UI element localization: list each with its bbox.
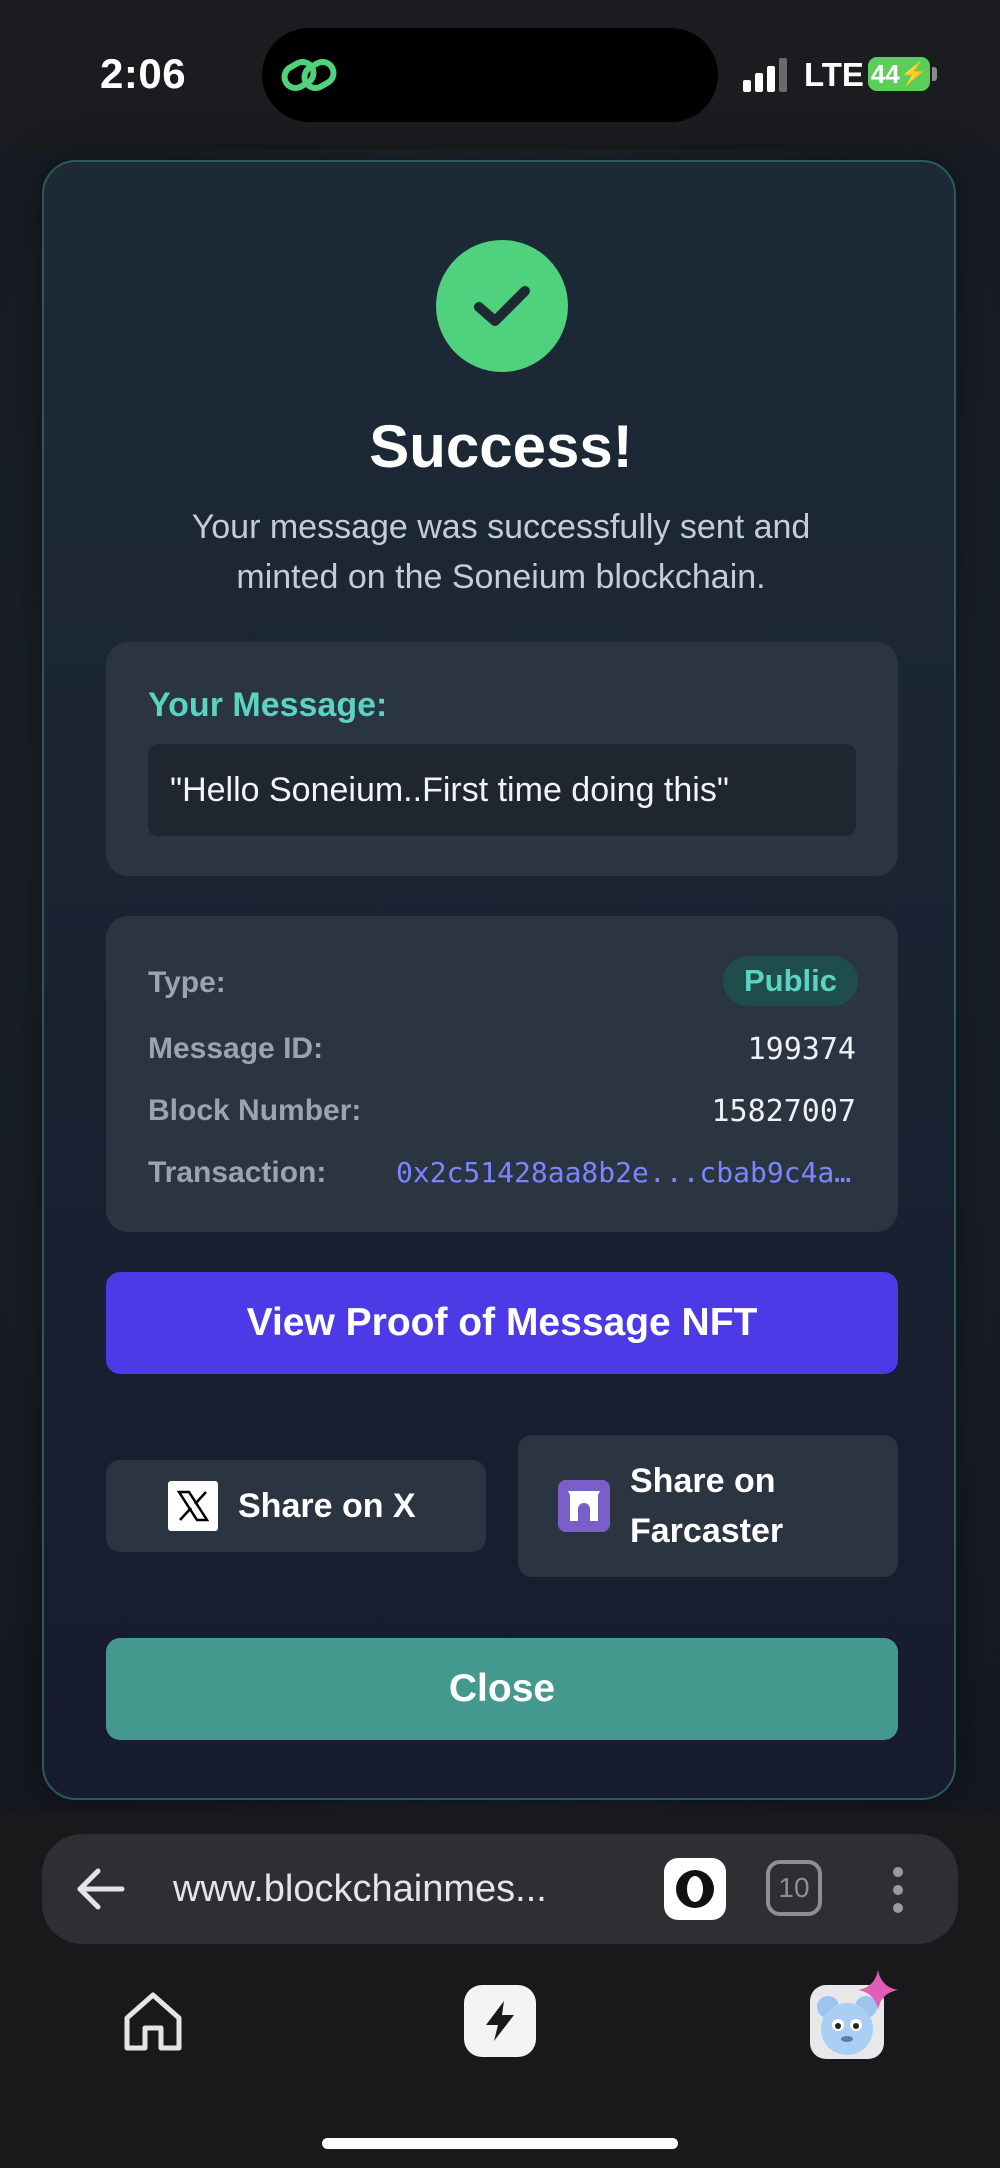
battery-icon: 44 ⚡ [868, 57, 930, 91]
close-button[interactable]: Close [106, 1638, 898, 1740]
tabs-button[interactable]: 10 [766, 1860, 822, 1916]
type-label: Type: [148, 966, 226, 999]
x-logo-icon [168, 1481, 218, 1531]
share-farcaster-line1: Share on [630, 1462, 776, 1500]
block-number-value: 15827007 [711, 1094, 857, 1129]
battery-level: 44 [870, 58, 900, 89]
share-farcaster-button[interactable]: Share on Farcaster [518, 1435, 898, 1577]
success-modal: Success! Your message was successfully s… [42, 160, 956, 1800]
home-indicator [322, 2138, 678, 2149]
url-text[interactable]: www.blockchainmes... [173, 1866, 547, 1912]
share-farcaster-line2: Farcaster [630, 1512, 784, 1550]
type-badge: Public [722, 956, 858, 1006]
opera-icon[interactable] [664, 1858, 726, 1920]
more-menu-icon[interactable] [890, 1866, 906, 1914]
status-time: 2:06 [100, 50, 187, 97]
success-check-icon [436, 240, 568, 372]
message-text: "Hello Soneium..First time doing this" [148, 744, 856, 836]
message-id-value: 199374 [747, 1032, 856, 1067]
modal-subtitle: Your message was successfully sent and m… [191, 508, 811, 596]
battery-tip [932, 67, 937, 81]
message-label: Your Message: [148, 686, 388, 724]
share-x-label: Share on X [238, 1487, 416, 1525]
farcaster-logo-icon [558, 1480, 610, 1532]
message-card: Your Message: "Hello Soneium..First time… [106, 642, 898, 876]
sparkle-icon [858, 1970, 898, 2010]
details-card: Type: Public Message ID: 199374 Block Nu… [106, 916, 898, 1232]
signal-icon [743, 58, 787, 92]
transaction-label: Transaction: [148, 1156, 327, 1189]
home-icon[interactable] [121, 1990, 185, 2052]
view-proof-button[interactable]: View Proof of Message NFT [106, 1272, 898, 1374]
share-x-button[interactable]: Share on X [106, 1460, 486, 1552]
flash-icon[interactable] [464, 1985, 536, 2057]
share-farcaster-label: Share on Farcaster [630, 1456, 783, 1556]
network-type: LTE [804, 56, 864, 93]
back-arrow-icon[interactable] [76, 1866, 126, 1912]
message-id-label: Message ID: [148, 1032, 324, 1065]
block-number-label: Block Number: [148, 1094, 362, 1127]
link-app-icon [281, 59, 337, 91]
modal-title: Success! [369, 413, 633, 480]
transaction-link[interactable]: 0x2c51428aa8b2e...cbab9c4a… [396, 1156, 876, 1189]
